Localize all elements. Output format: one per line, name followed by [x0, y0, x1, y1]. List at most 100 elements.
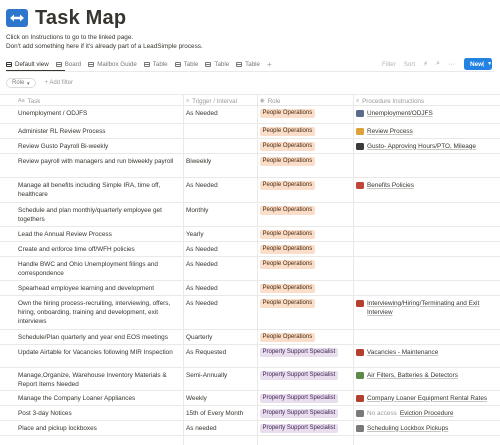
task-cell[interactable]: Post 3-day Notices	[18, 406, 182, 420]
table-row[interactable]: Review payroll with managers and run biw…	[0, 154, 500, 178]
procedure-cell[interactable]: Interviewing/Hiring/Terminating and Exit…	[356, 296, 500, 329]
trigger-cell[interactable]: Quarterly	[186, 330, 258, 344]
role-cell[interactable]: People Operations	[260, 124, 354, 138]
trigger-cell[interactable]: As Needed	[186, 178, 258, 202]
table-row[interactable]: Manage the Company Loaner Appliances Week…	[0, 391, 500, 406]
role-cell[interactable]: People Operations	[260, 139, 354, 153]
role-cell[interactable]: People Operations	[260, 296, 354, 329]
table-row[interactable]: Review Gusto Payroll Bi-weekly People Ope…	[0, 139, 500, 154]
role-cell[interactable]: People Operations	[260, 227, 354, 241]
trigger-cell[interactable]: As Needed	[186, 257, 258, 280]
procedure-link[interactable]: Company Loaner Equipment Rental Rates	[356, 394, 500, 403]
role-cell[interactable]: People Operations	[260, 281, 354, 295]
task-cell[interactable]: Unemployment / ODJFS	[18, 106, 182, 123]
procedure-cell[interactable]: Company Loaner Equipment Rental Rates	[356, 391, 500, 405]
table-row[interactable]: Handle BWC and Ohio Unemployment filings…	[0, 257, 500, 281]
task-cell[interactable]: Manage the Company Loaner Appliances	[18, 391, 182, 405]
procedure-cell[interactable]: Scheduling Lockbox Pickups	[356, 421, 500, 435]
trigger-cell[interactable]: As needed	[186, 421, 258, 435]
procedure-link[interactable]: Review Process	[356, 127, 500, 136]
table-row[interactable]: Lead the Annual Review Process Yearly Peop…	[0, 227, 500, 242]
sort-button[interactable]: Sort	[404, 61, 415, 68]
task-cell[interactable]: Manage all benefits including Simple IRA…	[18, 178, 182, 202]
trigger-cell[interactable]: 15th of Every Month	[186, 406, 258, 420]
trigger-cell[interactable]: Weekly	[186, 391, 258, 405]
role-cell[interactable]: People Operations	[260, 330, 354, 344]
task-cell[interactable]: Lead the Annual Review Process	[18, 227, 182, 241]
trigger-cell[interactable]: Semi-Annually	[186, 368, 258, 390]
new-button[interactable]: New ▼	[464, 58, 492, 70]
role-cell[interactable]: Property Support Specialist	[260, 345, 354, 367]
tab-table[interactable]: Table	[143, 61, 168, 68]
task-cell[interactable]: Spearhead employee learning and developm…	[18, 281, 182, 295]
trigger-cell[interactable]: Biweekly	[186, 154, 258, 177]
role-cell[interactable]: Property Support Specialist	[260, 406, 354, 420]
role-filter-pill[interactable]: Role ▼	[6, 78, 37, 88]
table-row[interactable]: Manage all benefits including Simple IRA…	[0, 178, 500, 203]
procedure-cell[interactable]	[356, 257, 500, 280]
add-filter-button[interactable]: + Add filter	[44, 80, 73, 86]
procedure-cell[interactable]	[356, 330, 500, 344]
role-cell[interactable]: Property Support Specialist	[260, 421, 354, 435]
procedure-link[interactable]: Air Filters, Batteries & Detectors	[356, 371, 500, 380]
table-row[interactable]: Schedule/Plan quarterly and year end EOS…	[0, 330, 500, 345]
table-row[interactable]: Unemployment / ODJFS As Needed People Oper…	[0, 106, 500, 124]
chevron-down-icon[interactable]: ▼	[483, 61, 492, 67]
tab-table[interactable]: Table	[174, 61, 198, 68]
table-row[interactable]: Manage,Organize, Warehouse Inventory Mat…	[0, 368, 500, 391]
task-cell[interactable]: Schedule and plan monthly/quarterly empl…	[18, 203, 182, 226]
role-cell[interactable]: People Operations	[260, 178, 354, 202]
role-cell[interactable]: People Operations	[260, 257, 354, 280]
procedure-cell[interactable]	[356, 242, 500, 256]
task-cell[interactable]: Administer RL Review Process	[18, 124, 182, 138]
task-cell[interactable]: Schedule/Plan quarterly and year end EOS…	[18, 330, 182, 344]
task-cell[interactable]: Own the hiring process-recruiting, inter…	[18, 296, 182, 329]
procedure-link[interactable]: Interviewing/Hiring/Terminating and Exit…	[356, 299, 500, 317]
procedure-cell[interactable]: Gusto- Approving Hours/PTO, Mileage	[356, 139, 500, 153]
search-icon[interactable]: ⌕	[436, 60, 440, 68]
procedure-cell[interactable]: Vacancies - Maintenance	[356, 345, 500, 367]
procedure-cell[interactable]	[356, 281, 500, 295]
tab-table[interactable]: Table	[205, 61, 229, 68]
role-cell[interactable]: Property Support Specialist	[260, 391, 354, 405]
procedure-cell[interactable]: No access Eviction Procedure	[356, 406, 500, 420]
procedure-cell[interactable]: Review Process	[356, 124, 500, 138]
procedure-cell[interactable]	[356, 227, 500, 241]
procedure-link[interactable]: No access Eviction Procedure	[356, 409, 500, 418]
add-view-button[interactable]: +	[267, 60, 272, 69]
table-row[interactable]: Update Airtable for Vacancies following …	[0, 345, 500, 368]
procedure-cell[interactable]: Air Filters, Batteries & Detectors	[356, 368, 500, 390]
table-row[interactable]: Administer RL Review Process People Opera…	[0, 124, 500, 139]
procedure-link[interactable]: Vacancies - Maintenance	[356, 348, 500, 357]
table-row[interactable]: Post 3-day Notices 15th of Every Month Pro…	[0, 406, 500, 421]
tab-mailbox-guide[interactable]: Mailbox Guide	[88, 61, 137, 68]
trigger-cell[interactable]: As Needed	[186, 106, 258, 123]
table-row[interactable]: Place and pickup lockboxes As needed Prope…	[0, 421, 500, 436]
table-row[interactable]: Spearhead employee learning and developm…	[0, 281, 500, 296]
procedure-cell[interactable]	[356, 154, 500, 177]
procedure-cell[interactable]	[356, 203, 500, 226]
task-cell[interactable]: Manage,Organize, Warehouse Inventory Mat…	[18, 368, 182, 390]
tab-board[interactable]: Board	[55, 61, 81, 68]
role-cell[interactable]: People Operations	[260, 154, 354, 177]
task-cell[interactable]: Review Gusto Payroll Bi-weekly	[18, 139, 182, 153]
procedure-cell[interactable]: Benefits Policies	[356, 178, 500, 202]
role-cell[interactable]: People Operations	[260, 242, 354, 256]
trigger-cell[interactable]	[186, 124, 258, 138]
table-row[interactable]: Create and enforce time off/WFH policies…	[0, 242, 500, 257]
task-cell[interactable]: Handle BWC and Ohio Unemployment filings…	[18, 257, 182, 280]
task-cell[interactable]: Update Airtable for Vacancies following …	[18, 345, 182, 367]
trigger-cell[interactable]: As Needed	[186, 281, 258, 295]
procedure-link[interactable]: Unemployment/ODJFS	[356, 109, 500, 118]
trigger-cell[interactable]: Yearly	[186, 227, 258, 241]
more-icon[interactable]: ···	[448, 61, 455, 68]
trigger-cell[interactable]: Monthly	[186, 203, 258, 226]
tab-default-view[interactable]: Default view	[6, 61, 49, 68]
trigger-cell[interactable]: As Requested	[186, 345, 258, 367]
table-row[interactable]: Schedule and plan monthly/quarterly empl…	[0, 203, 500, 227]
table-row[interactable]: Own the hiring process-recruiting, inter…	[0, 296, 500, 330]
task-cell[interactable]: Create and enforce time off/WFH policies	[18, 242, 182, 256]
task-cell[interactable]: Place and pickup lockboxes	[18, 421, 182, 435]
task-cell[interactable]: Review payroll with managers and run biw…	[18, 154, 182, 177]
lightning-icon[interactable]: ⚡	[423, 60, 428, 68]
